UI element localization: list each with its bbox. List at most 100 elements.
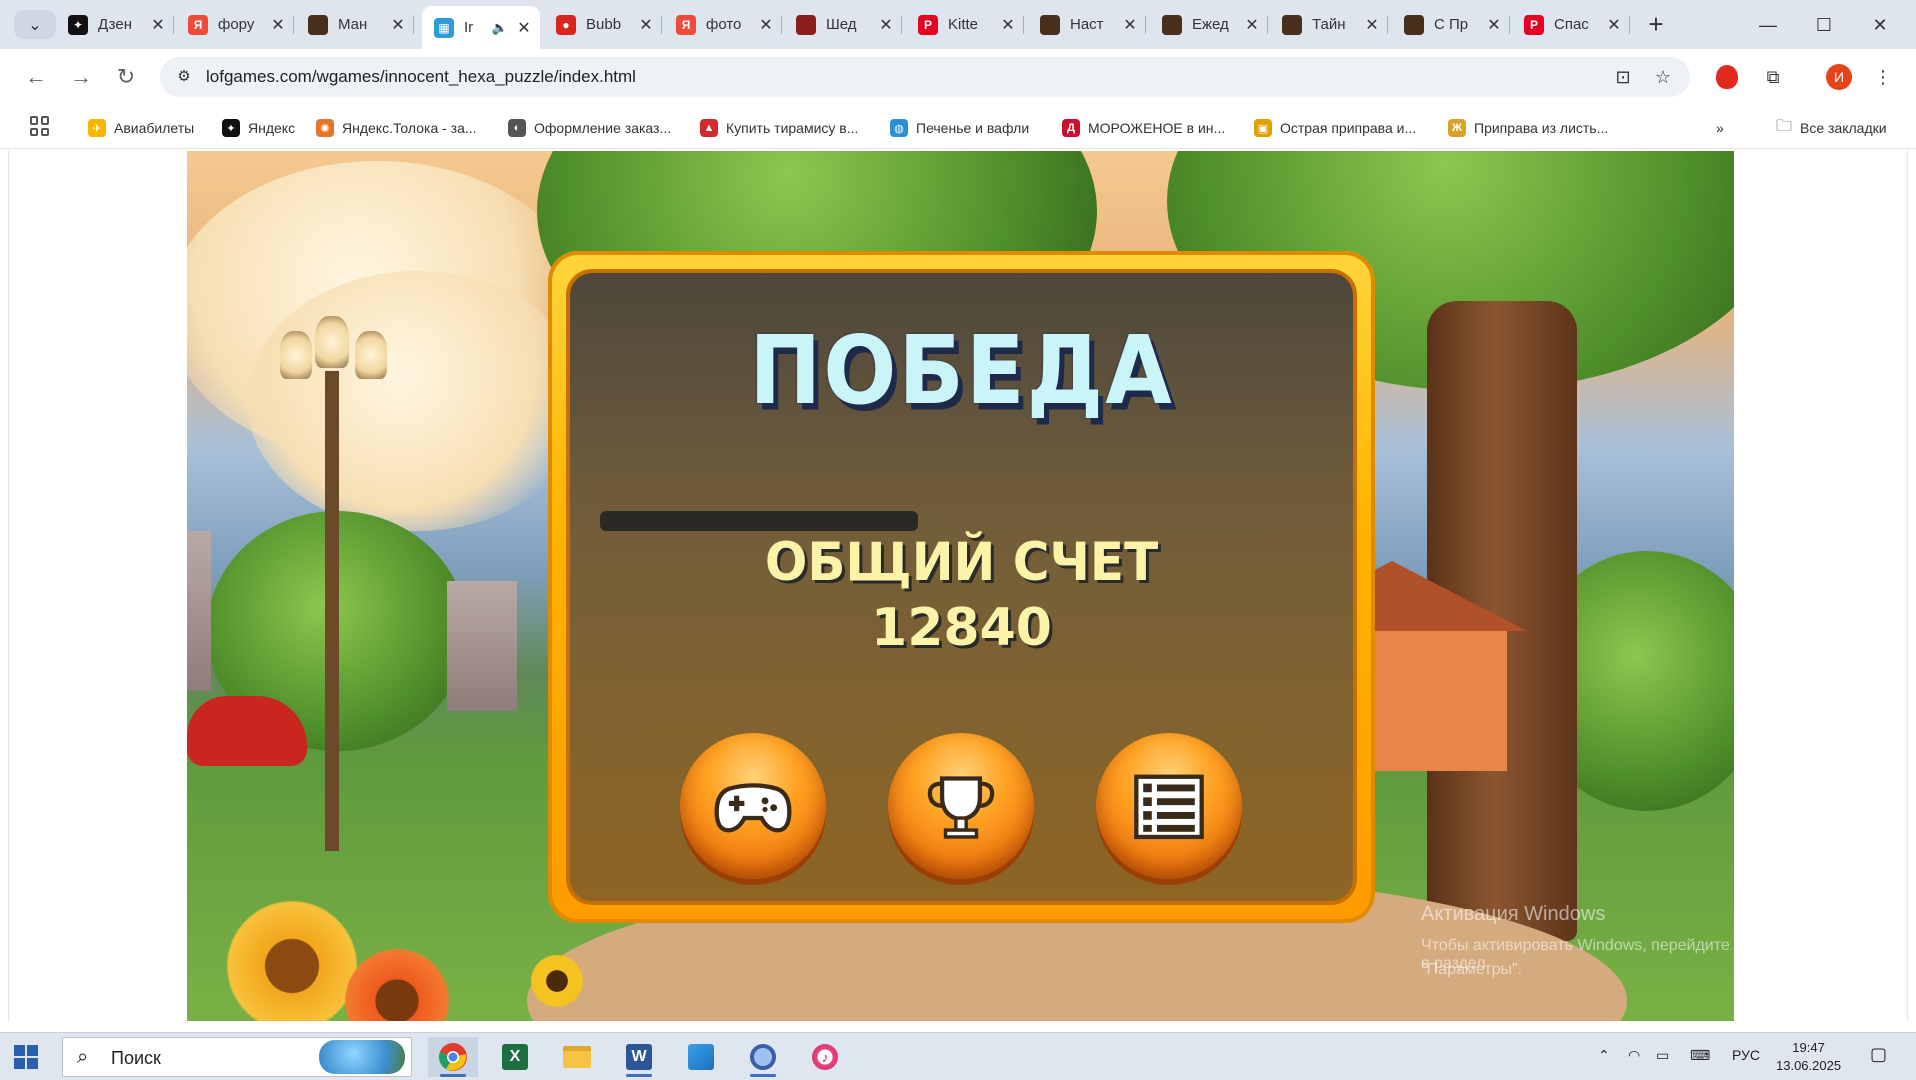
building (447, 581, 517, 711)
close-tab-icon[interactable]: ✕ (1364, 15, 1380, 35)
close-tab-icon[interactable]: ✕ (270, 15, 286, 35)
bookmarks-bar: ✈ Авиабилеты ✦ Яндекс ✺ Яндекс.Толока - за...… (0, 105, 1916, 149)
chrome-icon (439, 1043, 467, 1071)
close-tab-icon[interactable]: ✕ (878, 15, 894, 35)
photos-icon (688, 1044, 714, 1070)
close-tab-icon[interactable]: ✕ (1606, 15, 1622, 35)
bookmark-item[interactable]: ✺ Яндекс.Толока - за... (316, 117, 477, 139)
bubble-icon: ● (556, 14, 576, 35)
close-tab-icon[interactable]: ✕ (516, 18, 532, 38)
gamepad-icon (714, 783, 792, 833)
install-app-icon[interactable]: ⊡ (1610, 65, 1636, 89)
browser-tab[interactable]: Шед ✕ (784, 6, 902, 43)
start-button[interactable] (14, 1045, 38, 1069)
browser-toolbar: ← → ↻ ⚙ lofgames.com/wgames/innocent_hex… (0, 49, 1916, 105)
notifications-icon[interactable]: ▢ (1870, 1044, 1887, 1065)
close-tab-icon[interactable]: ✕ (390, 15, 406, 35)
close-tab-icon[interactable]: ✕ (758, 15, 774, 35)
show-hidden-icons-icon[interactable]: ⌃ (1598, 1047, 1610, 1064)
browser-tab[interactable]: ✦ Дзен ✕ (56, 6, 174, 43)
close-tab-icon[interactable]: ✕ (1000, 15, 1016, 35)
music-icon: ♪ (812, 1044, 838, 1070)
minimize-button[interactable]: — (1740, 8, 1796, 42)
back-button[interactable]: ← (20, 61, 52, 93)
pinterest-icon: P (1524, 14, 1544, 35)
close-tab-icon[interactable]: ✕ (1486, 15, 1502, 35)
tab-separator (1629, 16, 1630, 34)
bookmark-item[interactable]: ✈ Авиабилеты (88, 117, 194, 139)
new-tab-button[interactable]: + (1640, 9, 1672, 41)
keyboard-icon[interactable]: ⌨ (1690, 1047, 1710, 1064)
tab-separator (1387, 16, 1388, 34)
battery-icon[interactable]: ▭ (1656, 1047, 1669, 1064)
browser-tab[interactable]: ● Bubb ✕ (544, 6, 662, 43)
more-menu-icon[interactable]: ⋮ (1868, 62, 1898, 92)
system-clock[interactable]: 19:47 13.06.2025 (1776, 1039, 1841, 1075)
bookmark-item[interactable]: ✦ Яндекс (222, 117, 295, 139)
thumbnail-icon (1162, 14, 1182, 35)
address-bar[interactable]: ⚙ lofgames.com/wgames/innocent_hexa_puzz… (160, 57, 1690, 97)
bookmark-label: Авиабилеты (114, 120, 195, 136)
app-taskbar-icon[interactable] (738, 1037, 788, 1077)
tab-search-button[interactable]: ⌄ (14, 10, 56, 39)
close-tab-icon[interactable]: ✕ (1244, 15, 1260, 35)
chrome-taskbar-icon[interactable] (428, 1037, 478, 1077)
bookmarks-overflow-icon[interactable]: » (1716, 117, 1724, 139)
bookmark-item[interactable]: ◍ Печенье и вафли (890, 117, 1029, 139)
menu-button[interactable] (1096, 733, 1242, 879)
bookmark-item[interactable]: Д МОРОЖЕНОЕ в ин... (1062, 117, 1225, 139)
address-url[interactable]: lofgames.com/wgames/innocent_hexa_puzzle… (206, 67, 636, 87)
browser-tab[interactable]: P Спас ✕ (1512, 6, 1630, 43)
leaderboard-button[interactable] (888, 733, 1034, 879)
bookmark-item[interactable]: Ж Приправа из листь... (1448, 117, 1608, 139)
bookmark-label: Купить тирамису в... (726, 120, 859, 136)
bookmark-favicon-icon: ✺ (316, 119, 334, 137)
extensions-puzzle-icon[interactable]: ⧉ (1758, 62, 1788, 92)
word-taskbar-icon[interactable]: W (614, 1037, 664, 1077)
explorer-taskbar-icon[interactable] (552, 1037, 602, 1077)
browser-tab[interactable]: Ман ✕ (296, 6, 414, 43)
yandex-icon: Я (188, 14, 208, 35)
music-taskbar-icon[interactable]: ♪ (800, 1037, 850, 1077)
browser-tab[interactable]: С Пр ✕ (1392, 6, 1510, 43)
browser-tab[interactable]: Ежед ✕ (1150, 6, 1268, 43)
taskbar-search[interactable]: ⌕ Поиск (62, 1037, 412, 1077)
bookmark-star-icon[interactable]: ☆ (1650, 65, 1676, 89)
speaker-icon[interactable]: 🔈 (492, 20, 508, 36)
forward-button[interactable]: → (65, 61, 97, 93)
photos-taskbar-icon[interactable] (676, 1037, 726, 1077)
extension-shield-icon[interactable] (1716, 65, 1738, 89)
tab-title: Дзен (98, 16, 132, 33)
maximize-button[interactable]: ☐ (1796, 8, 1852, 42)
total-score-label: ОБЩИЙ СЧЕТ (764, 531, 1159, 593)
play-again-button[interactable] (680, 733, 826, 879)
close-window-button[interactable]: ✕ (1852, 8, 1908, 42)
network-icon[interactable]: ◠ (1628, 1047, 1640, 1064)
apps-grid-icon[interactable] (30, 116, 50, 136)
browser-tab[interactable]: Яфору ✕ (176, 6, 294, 43)
bookmark-item[interactable]: ▣ Острая приправа и... (1254, 117, 1416, 139)
thumbnail-icon (308, 14, 328, 35)
browser-tab[interactable]: Наст ✕ (1028, 6, 1146, 43)
profile-avatar[interactable]: И (1826, 64, 1852, 90)
all-bookmarks-label: Все закладки (1800, 120, 1887, 136)
browser-tab[interactable]: ▦ Ir 🔈 ✕ (422, 6, 540, 49)
camera-icon (750, 1044, 776, 1070)
tab-title: С Пр (1434, 16, 1469, 33)
browser-tab[interactable]: Тайн ✕ (1270, 6, 1388, 43)
site-info-icon[interactable]: ⚙ (172, 65, 196, 89)
excel-taskbar-icon[interactable]: X (490, 1037, 540, 1077)
bookmark-item[interactable]: ▲ Купить тирамису в... (700, 117, 858, 139)
reload-button[interactable]: ↻ (110, 61, 142, 93)
total-score-value: 12840 (871, 598, 1052, 658)
all-bookmarks[interactable]: 🗀 Все закладки (1776, 117, 1887, 139)
bookmark-item[interactable]: ◐ Оформление заказ... (508, 117, 671, 139)
close-tab-icon[interactable]: ✕ (1122, 15, 1138, 35)
browser-tab[interactable]: P Kitte ✕ (906, 6, 1024, 43)
cloud (247, 271, 587, 531)
close-tab-icon[interactable]: ✕ (638, 15, 654, 35)
close-tab-icon[interactable]: ✕ (150, 15, 166, 35)
browser-tab[interactable]: Яфото ✕ (664, 6, 782, 43)
tab-title: Шед (826, 16, 857, 33)
language-indicator[interactable]: РУС (1732, 1047, 1760, 1063)
